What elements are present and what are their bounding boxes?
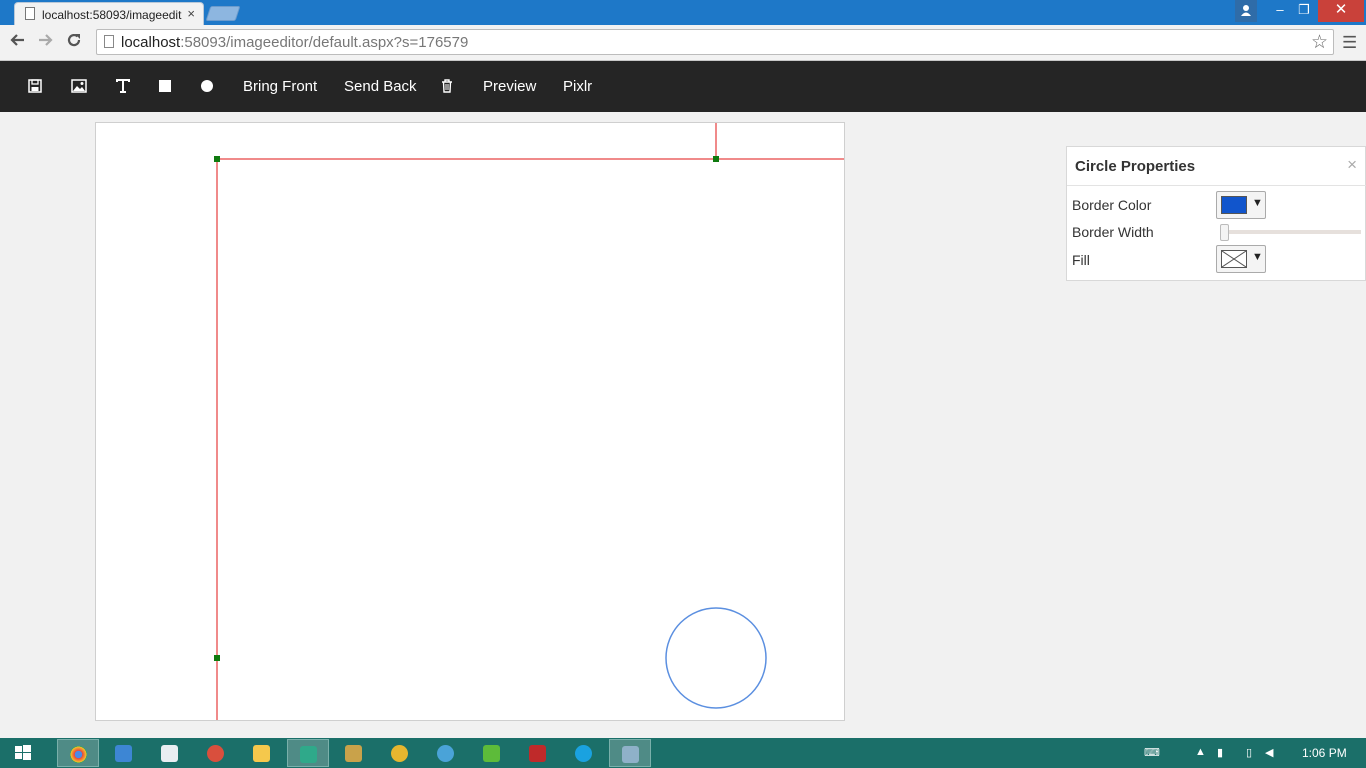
menu-icon[interactable]: ☰ xyxy=(1342,33,1357,53)
add-text-button[interactable] xyxy=(115,61,131,112)
url-text: localhost:58093/imageeditor/default.aspx… xyxy=(121,34,469,51)
browser-tab[interactable]: localhost:58093/imageedit × xyxy=(14,2,204,25)
resize-handle-top-middle[interactable] xyxy=(713,156,719,162)
save-icon xyxy=(28,79,42,93)
text-icon xyxy=(116,79,130,93)
signal-icon[interactable]: ▮ xyxy=(1217,746,1223,759)
page-icon xyxy=(25,7,35,20)
border-width-label: Border Width xyxy=(1072,224,1154,240)
keyboard-icon[interactable]: ⌨ xyxy=(1144,746,1160,759)
restore-button[interactable]: ❐ xyxy=(1290,0,1318,22)
fill-label: Fill xyxy=(1072,252,1090,268)
no-fill-icon xyxy=(1221,250,1247,268)
tab-title: localhost:58093/imageedit xyxy=(42,8,182,22)
system-clock[interactable]: 1:06 PM xyxy=(1302,746,1347,760)
forward-arrow-icon xyxy=(39,34,53,46)
canvas-drawing xyxy=(214,123,844,720)
star-icon[interactable]: ☆ xyxy=(1311,31,1328,54)
green-app-icon xyxy=(483,745,500,762)
border-color-label: Border Color xyxy=(1072,197,1152,213)
save-button[interactable] xyxy=(28,61,42,112)
url-input[interactable]: localhost:58093/imageeditor/default.aspx… xyxy=(96,29,1334,55)
border-width-slider[interactable] xyxy=(1220,224,1361,241)
back-arrow-icon xyxy=(10,34,24,46)
slider-handle[interactable] xyxy=(1220,224,1229,241)
fill-color-picker[interactable]: ▼ xyxy=(1216,245,1266,273)
page-icon xyxy=(104,35,114,48)
user-icon xyxy=(1241,5,1251,16)
browser-title-bar: localhost:58093/imageedit × – ❐ ✕ xyxy=(0,0,1366,25)
image-icon xyxy=(71,79,87,93)
notepad-icon xyxy=(161,745,178,762)
remote-app-icon xyxy=(622,746,639,763)
circle-properties-panel: Circle Properties × Border Color ▼ Borde… xyxy=(1066,146,1366,281)
panel-close-button[interactable]: × xyxy=(1347,155,1357,175)
taskbar-green-app[interactable] xyxy=(471,739,513,767)
forward-button[interactable] xyxy=(38,32,54,53)
profile-button[interactable] xyxy=(1235,0,1257,22)
dropdown-arrow-icon: ▼ xyxy=(1252,251,1263,263)
editor-canvas[interactable] xyxy=(95,122,845,721)
add-circle-button[interactable] xyxy=(200,61,214,112)
start-button[interactable] xyxy=(4,739,42,767)
no-fill-swatch xyxy=(1221,250,1247,268)
taskbar-paint[interactable] xyxy=(195,739,237,767)
preview-button[interactable]: Preview xyxy=(483,61,536,112)
taskbar-notepad[interactable] xyxy=(149,739,191,767)
square-icon xyxy=(159,80,171,92)
editor-toolbar: Bring Front Send Back Preview Pixlr xyxy=(0,61,1366,112)
tools-icon xyxy=(345,745,362,762)
paint-brush-icon xyxy=(391,745,408,762)
skype-icon xyxy=(575,745,592,762)
add-image-button[interactable] xyxy=(71,61,87,112)
taskbar-visual-studio[interactable] xyxy=(103,739,145,767)
folder-icon xyxy=(253,745,270,762)
new-tab-button[interactable] xyxy=(205,6,241,21)
circle-shape[interactable] xyxy=(665,607,767,709)
border-color-picker[interactable]: ▼ xyxy=(1216,191,1266,219)
chrome-icon xyxy=(70,746,87,763)
send-back-button[interactable]: Send Back xyxy=(344,61,417,112)
globe-icon xyxy=(437,745,454,762)
taskbar-paint-brush[interactable] xyxy=(379,739,421,767)
taskbar-file-explorer[interactable] xyxy=(241,739,283,767)
circle-icon xyxy=(201,80,213,92)
taskbar-visual-studio-2[interactable] xyxy=(287,739,329,767)
taskbar-chrome[interactable] xyxy=(57,739,99,767)
windows-taskbar: ⌨ ▲ ▮ ▯ ◀ 1:06 PM xyxy=(0,738,1366,768)
visual-studio-icon xyxy=(115,745,132,762)
tab-close-button[interactable]: × xyxy=(187,6,195,21)
taskbar-skype[interactable] xyxy=(563,739,605,767)
taskbar-remote-app[interactable] xyxy=(609,739,651,767)
back-button[interactable] xyxy=(9,32,25,53)
dropdown-arrow-icon: ▼ xyxy=(1252,197,1263,209)
reload-icon xyxy=(67,33,81,47)
panel-title: Circle Properties xyxy=(1075,158,1196,175)
reload-button[interactable] xyxy=(66,32,82,53)
windows-icon xyxy=(15,745,31,760)
volume-muted-icon[interactable]: ◀ xyxy=(1265,746,1273,759)
panel-header: Circle Properties × xyxy=(1067,147,1366,186)
paint-icon xyxy=(207,745,224,762)
resize-handle-middle-left[interactable] xyxy=(214,655,220,661)
border-color-swatch xyxy=(1221,196,1247,214)
pixlr-button[interactable]: Pixlr xyxy=(563,61,592,112)
show-hidden-icons-icon[interactable]: ▲ xyxy=(1195,746,1206,758)
resize-handle-top-left[interactable] xyxy=(214,156,220,162)
window-close-button[interactable]: ✕ xyxy=(1318,0,1364,22)
add-rectangle-button[interactable] xyxy=(158,61,172,112)
filezilla-icon xyxy=(529,745,546,762)
visual-studio-icon xyxy=(300,746,317,763)
battery-icon[interactable]: ▯ xyxy=(1246,746,1252,759)
taskbar-filezilla[interactable] xyxy=(517,739,559,767)
taskbar-app-browser[interactable] xyxy=(425,739,467,767)
taskbar-tools[interactable] xyxy=(333,739,375,767)
address-bar-row: localhost:58093/imageeditor/default.aspx… xyxy=(0,25,1366,61)
trash-icon xyxy=(442,79,452,93)
bring-front-button[interactable]: Bring Front xyxy=(243,61,317,112)
delete-button[interactable] xyxy=(441,61,453,112)
